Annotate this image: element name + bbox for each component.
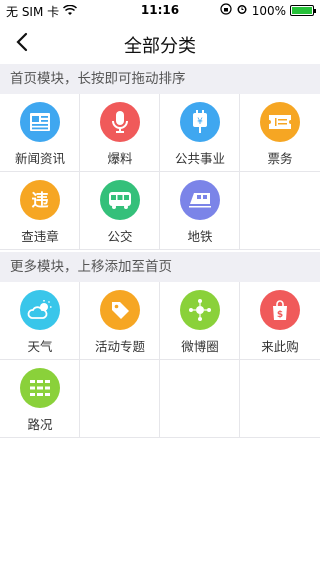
module-item[interactable]: 票务 — [240, 94, 320, 172]
weather-icon — [20, 290, 60, 330]
svg-text:违: 违 — [32, 190, 49, 211]
subway-icon — [180, 180, 220, 220]
module-item[interactable]: 爆料 — [80, 94, 160, 172]
more-module-grid: 天气 活动专题 微博圈 $ 来此购路况 — [0, 282, 320, 438]
module-label: 活动专题 — [94, 339, 145, 354]
nav-bar: 全部分类 — [0, 20, 320, 64]
shopping-bag-icon: $ — [260, 290, 300, 330]
module-item[interactable]: 地铁 — [160, 172, 240, 250]
module-item[interactable]: $ 来此购 — [240, 282, 320, 360]
module-label: 票务 — [267, 151, 293, 166]
status-bar: 无 SIM 卡 11:16 100% — [0, 0, 320, 20]
section-header-home: 首页模块，长按即可拖动排序 — [0, 64, 320, 94]
module-label: 路况 — [27, 417, 53, 432]
traffic-violation-icon: 违 — [20, 180, 60, 220]
section-header-more: 更多模块，上移添加至首页 — [0, 252, 320, 282]
module-item[interactable]: 公交 — [80, 172, 160, 250]
module-item[interactable]: 违查违章 — [0, 172, 80, 250]
module-item[interactable]: 新闻资讯 — [0, 94, 80, 172]
battery-percent: 100% — [251, 3, 286, 18]
module-label: 爆料 — [107, 151, 133, 166]
battery-icon — [290, 5, 316, 16]
tag-icon — [100, 290, 140, 330]
module-item[interactable]: ¥ 公共事业 — [160, 94, 240, 172]
module-label: 公共事业 — [174, 151, 225, 166]
home-module-grid: 新闻资讯 爆料 ¥ 公共事业 票务违查违章 公交 地铁 — [0, 94, 320, 250]
module-label: 公交 — [107, 229, 133, 244]
empty-cell — [160, 360, 240, 438]
power-plug-icon: ¥ — [180, 102, 220, 142]
empty-cell — [240, 172, 320, 250]
module-item[interactable]: 天气 — [0, 282, 80, 360]
module-item[interactable]: 微博圈 — [160, 282, 240, 360]
ticket-icon — [260, 102, 300, 142]
module-item[interactable]: 活动专题 — [80, 282, 160, 360]
empty-cell — [240, 360, 320, 438]
rotation-lock-icon — [220, 3, 232, 18]
weibo-circle-icon — [180, 290, 220, 330]
module-label: 微博圈 — [181, 339, 219, 354]
module-label: 来此购 — [261, 339, 299, 354]
battery-fill — [292, 7, 312, 14]
module-label: 天气 — [27, 339, 53, 354]
microphone-icon — [100, 102, 140, 142]
module-label: 新闻资讯 — [14, 151, 65, 166]
alarm-icon — [236, 3, 248, 18]
page-title: 全部分类 — [124, 36, 196, 57]
module-item[interactable]: 路况 — [0, 360, 80, 438]
svg-text:¥: ¥ — [197, 117, 203, 127]
empty-cell — [80, 360, 160, 438]
module-label: 地铁 — [187, 229, 213, 244]
news-icon — [20, 102, 60, 142]
status-right: 100% — [220, 3, 316, 18]
svg-text:$: $ — [277, 310, 283, 320]
road-condition-icon — [20, 368, 60, 408]
module-label: 查违章 — [21, 229, 59, 244]
bus-icon — [100, 180, 140, 220]
